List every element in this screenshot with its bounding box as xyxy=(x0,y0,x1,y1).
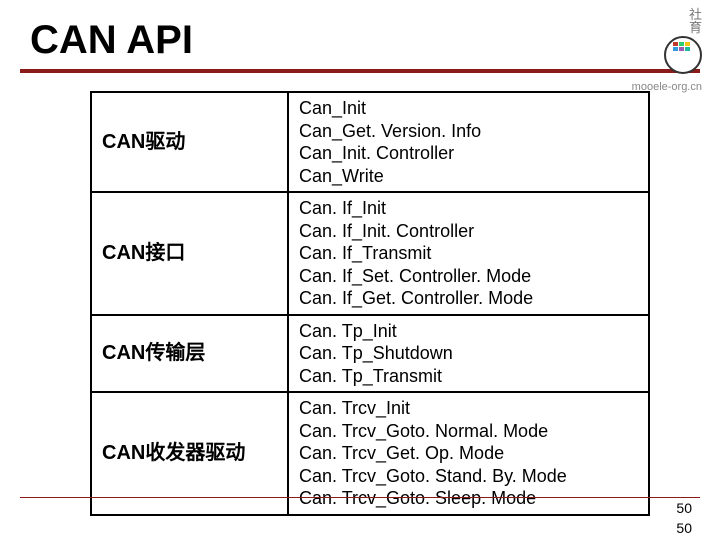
title-wrap: CAN API xyxy=(0,0,720,63)
api-entry: Can. Trcv_Goto. Sleep. Mode xyxy=(299,487,638,510)
table-row: CAN驱动Can_InitCan_Get. Version. InfoCan_I… xyxy=(91,92,649,192)
brain-head-icon xyxy=(664,36,702,74)
api-entry: Can. If_Init. Controller xyxy=(299,220,638,243)
row-apis: Can. Tp_InitCan. Tp_ShutdownCan. Tp_Tran… xyxy=(288,315,649,393)
api-entry: Can_Get. Version. Info xyxy=(299,120,638,143)
api-entry: Can_Write xyxy=(299,165,638,188)
logo-block: 社 育 mooele-org.cn xyxy=(632,8,702,93)
slide: 社 育 mooele-org.cn CAN API CAN驱动Can_InitC… xyxy=(0,0,720,540)
page-number-inside: 50 xyxy=(676,500,692,516)
row-apis: Can. If_InitCan. If_Init. ControllerCan.… xyxy=(288,192,649,315)
table-row: CAN接口Can. If_InitCan. If_Init. Controlle… xyxy=(91,192,649,315)
row-label: CAN驱动 xyxy=(91,92,288,192)
footer-rule xyxy=(20,497,700,498)
api-entry: Can_Init. Controller xyxy=(299,142,638,165)
logo-url: mooele-org.cn xyxy=(632,81,702,93)
api-entry: Can. Trcv_Goto. Normal. Mode xyxy=(299,420,638,443)
api-entry: Can. If_Set. Controller. Mode xyxy=(299,265,638,288)
api-entry: Can. If_Transmit xyxy=(299,242,638,265)
api-entry: Can. Tp_Shutdown xyxy=(299,342,638,365)
row-label: CAN传输层 xyxy=(91,315,288,393)
api-entry: Can. Trcv_Goto. Stand. By. Mode xyxy=(299,465,638,488)
page-title: CAN API xyxy=(30,18,720,63)
api-entry: Can. Tp_Init xyxy=(299,320,638,343)
logo-cn-text: 社 育 xyxy=(632,8,702,34)
header-rule xyxy=(20,69,700,73)
api-entry: Can. Trcv_Init xyxy=(299,397,638,420)
page-number-outside: 50 xyxy=(676,520,692,536)
api-table: CAN驱动Can_InitCan_Get. Version. InfoCan_I… xyxy=(90,91,650,516)
row-label: CAN接口 xyxy=(91,192,288,315)
api-table-wrap: CAN驱动Can_InitCan_Get. Version. InfoCan_I… xyxy=(90,91,650,516)
api-entry: Can_Init xyxy=(299,97,638,120)
api-entry: Can. If_Init xyxy=(299,197,638,220)
table-row: CAN传输层Can. Tp_InitCan. Tp_ShutdownCan. T… xyxy=(91,315,649,393)
api-entry: Can. Tp_Transmit xyxy=(299,365,638,388)
api-entry: Can. Trcv_Get. Op. Mode xyxy=(299,442,638,465)
api-entry: Can. If_Get. Controller. Mode xyxy=(299,287,638,310)
logo-cn-line2: 育 xyxy=(689,20,702,35)
row-apis: Can_InitCan_Get. Version. InfoCan_Init. … xyxy=(288,92,649,192)
